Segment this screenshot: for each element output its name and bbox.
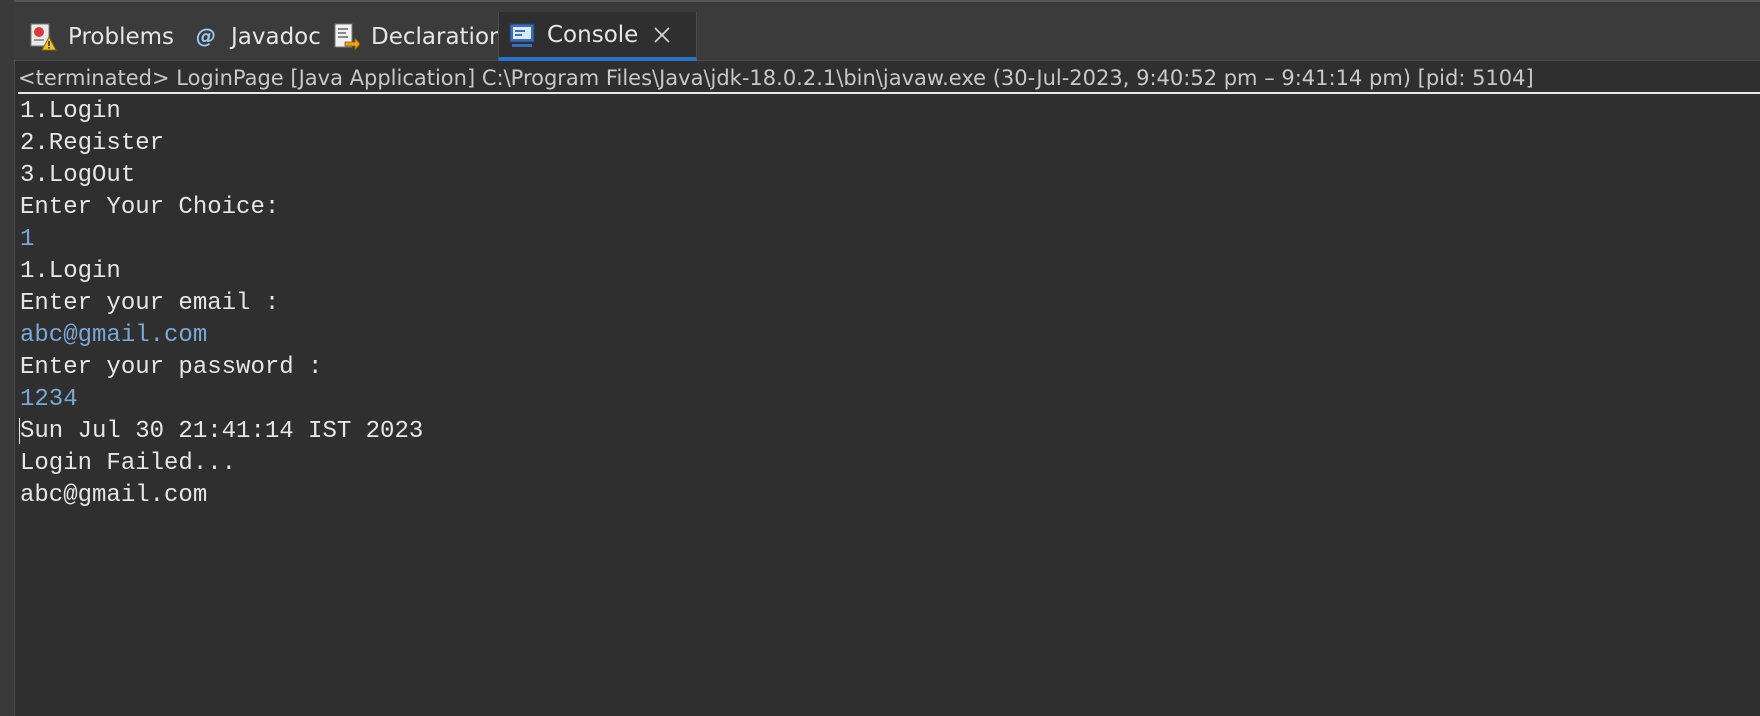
- console-input-line: 1: [20, 226, 35, 253]
- view-tab-bar: Problems @ Javadoc Declaration Console: [14, 0, 1760, 61]
- tab-console[interactable]: Console: [498, 12, 697, 61]
- console-input-line: 1234: [20, 386, 78, 413]
- console-line: Enter your email :: [20, 290, 280, 317]
- close-icon[interactable]: [652, 25, 672, 45]
- tab-console-label: Console: [547, 21, 639, 48]
- svg-text:@: @: [196, 24, 216, 48]
- console-line: Enter Your Choice:: [20, 194, 280, 221]
- console-line: Enter your password :: [20, 354, 323, 381]
- console-icon: [507, 20, 537, 50]
- tab-declaration[interactable]: Declaration: [323, 12, 510, 61]
- console-line-with-caret: Sun Jul 30 21:41:14 IST 2023: [19, 416, 1760, 448]
- console-input-line: abc@gmail.com: [20, 322, 208, 349]
- console-line: 2.Register: [20, 130, 165, 157]
- console-line: abc@gmail.com: [20, 482, 208, 509]
- tab-javadoc-label: Javadoc: [231, 23, 321, 50]
- console-output[interactable]: 1.Login 2.Register 3.LogOut Enter Your C…: [19, 96, 1760, 512]
- declaration-icon: [331, 22, 361, 52]
- javadoc-icon: @: [191, 22, 221, 52]
- tab-problems[interactable]: Problems: [20, 12, 180, 61]
- console-line: 3.LogOut: [20, 162, 136, 189]
- eclipse-console-view: Problems @ Javadoc Declaration Console <…: [0, 0, 1760, 716]
- tab-declaration-label: Declaration: [371, 23, 504, 50]
- left-border: [0, 0, 15, 716]
- console-line: 1.Login: [20, 258, 121, 285]
- tab-problems-label: Problems: [68, 23, 175, 50]
- problems-icon: [28, 22, 58, 52]
- tab-javadoc[interactable]: @ Javadoc: [183, 12, 333, 61]
- console-line: Login Failed...: [20, 450, 237, 477]
- console-line: 1.Login: [20, 98, 121, 125]
- console-line-text: Sun Jul 30 21:41:14 IST 2023: [20, 418, 424, 445]
- process-status-line: <terminated> LoginPage [Java Application…: [18, 62, 1760, 94]
